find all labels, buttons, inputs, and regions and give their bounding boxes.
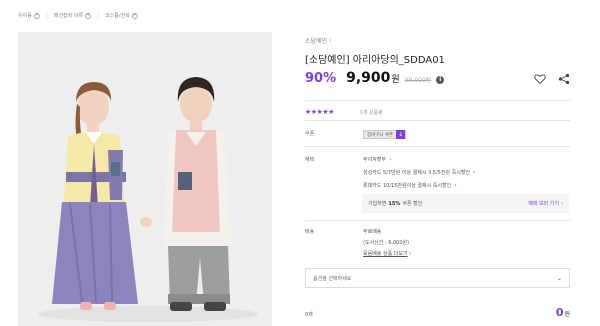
chevron-down-icon[interactable]: ⌄ [557, 275, 562, 282]
sale-price: 9,900 [346, 70, 391, 86]
chevron-right-icon: › [454, 182, 457, 189]
total-currency: 원 [564, 311, 570, 318]
divider [305, 100, 570, 101]
product-photo [18, 32, 272, 326]
reward-link[interactable]: 혜택 보러 가기 › [528, 200, 563, 208]
chevron-right-icon: › [329, 37, 332, 44]
price-row: 90% 9,900 원 99,000원 i [305, 70, 570, 86]
review-count[interactable]: 1개 상품평 [359, 110, 382, 116]
cart-coupon-label[interactable]: 장바구니 쿠폰 [367, 132, 393, 138]
download-icon[interactable]: ↓ [396, 130, 406, 139]
discount-rate: 90% [305, 71, 337, 86]
brand-link[interactable]: 소담예인 › [305, 36, 570, 45]
product-image [18, 32, 272, 326]
currency: 원 [391, 75, 400, 85]
benefit-item[interactable]: 롯데카드 10/15만원이상 결제시 즉시할인 › [363, 182, 570, 189]
membership-reward-box: 가입하면 15% 쿠폰 할인 혜택 보러 가기 › [362, 194, 569, 213]
total-row: 0개 0 원 [305, 306, 570, 319]
plus-circle-icon[interactable]: + [33, 12, 40, 19]
benefit-label: 혜택 [305, 157, 315, 163]
action-icons [534, 70, 570, 85]
divider [305, 220, 570, 221]
bundle-shipping-link[interactable]: 묶음배송 상품 더보기 [363, 251, 408, 257]
reward-prefix: 가입하면 [368, 201, 387, 207]
reward-percent: 15% [388, 200, 401, 207]
option-placeholder[interactable]: 옵션을 선택하세요 [313, 275, 351, 282]
rating-row: ★★★★★ 1개 상품평 [305, 108, 570, 116]
shipping-body: 무료배송 (도서산간 : 6,000원) 묶음배송 상품 더보기 › [363, 228, 570, 261]
benefit-item[interactable]: 삼성카드 5/7만원 이상 결제시 3.5/5천원 즉시할인 › [363, 169, 570, 176]
divider [305, 120, 570, 121]
info-icon[interactable]: i [436, 75, 445, 84]
shipping-type: 무료배송 [363, 229, 382, 235]
total-price: 0 [555, 306, 564, 319]
chevron-right-icon: › [389, 156, 392, 163]
plus-circle-icon[interactable]: + [131, 12, 138, 19]
chevron-right-icon: › [561, 200, 563, 207]
product-info: 소담예인 › [소담예인] 아리아당의_SDDA01 90% 9,900 원 9… [305, 36, 570, 86]
bundle-link-row: 묶음배송 상품 더보기 › [363, 250, 570, 257]
benefit-item[interactable]: 무이자할부 › [363, 156, 570, 163]
breadcrumb-item[interactable]: 패션잡화 의류 + [54, 12, 92, 19]
plus-circle-icon[interactable]: + [85, 12, 92, 19]
breadcrumb-separator: | [45, 12, 48, 19]
star-rating: ★★★★★ [305, 108, 334, 116]
shipping-region: (도서산간 : 6,000원) [363, 240, 410, 246]
chevron-right-icon: › [473, 169, 476, 176]
breadcrumb-label[interactable]: 코스튬/한복 [105, 12, 130, 19]
breadcrumb-label[interactable]: 패션잡화 의류 [54, 12, 83, 19]
cart-coupon-button[interactable]: 장바구니 쿠폰 ↓ [363, 130, 407, 139]
reward-suffix: 쿠폰 할인 [402, 201, 423, 207]
benefit-text[interactable]: 무이자할부 [363, 156, 386, 163]
option-select[interactable]: 옵션을 선택하세요 ⌄ [305, 268, 570, 288]
coupon-body: 장바구니 쿠폰 ↓ [363, 130, 570, 139]
benefit-body: 무이자할부 › 삼성카드 5/7만원 이상 결제시 3.5/5천원 즉시할인 ›… [363, 156, 570, 195]
total-count: 0개 [305, 312, 313, 318]
original-price: 99,000원 [404, 77, 432, 84]
coupon-label: 쿠폰 [305, 131, 315, 137]
heart-icon[interactable] [534, 70, 546, 85]
shipping-label: 배송 [305, 229, 315, 235]
chevron-right-icon: › [409, 251, 412, 257]
breadcrumb-item[interactable]: 유아동 + [18, 12, 40, 19]
breadcrumb: 유아동 + | 패션잡화 의류 + | 코스튬/한복 + [18, 12, 144, 19]
divider [305, 146, 570, 147]
brand-link-label[interactable]: 소담예인 [305, 36, 327, 45]
reward-link-label[interactable]: 혜택 보러 가기 [528, 200, 559, 207]
share-icon[interactable] [558, 70, 570, 85]
benefit-text[interactable]: 삼성카드 5/7만원 이상 결제시 3.5/5천원 즉시할인 [363, 169, 470, 176]
benefit-text[interactable]: 롯데카드 10/15만원이상 결제시 즉시할인 [363, 182, 451, 189]
breadcrumb-item[interactable]: 코스튬/한복 + [105, 12, 138, 19]
breadcrumb-label[interactable]: 유아동 [18, 12, 32, 19]
product-title: [소담예인] 아리아당의_SDDA01 [305, 55, 445, 66]
breadcrumb-separator: | [97, 12, 100, 19]
